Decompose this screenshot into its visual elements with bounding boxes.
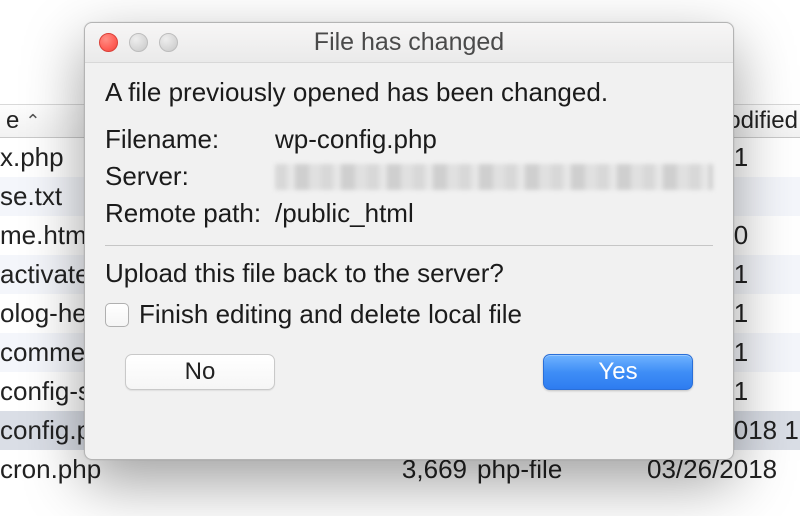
value-filename: wp-config.php [275, 124, 713, 155]
divider [105, 245, 713, 246]
no-button[interactable]: No [125, 354, 275, 390]
label-server: Server: [105, 161, 275, 192]
zoom-icon[interactable] [159, 33, 178, 52]
dialog-titlebar[interactable]: File has changed [85, 23, 733, 63]
row-server: Server: [105, 161, 713, 192]
window-controls [99, 33, 178, 52]
minimize-icon[interactable] [129, 33, 148, 52]
label-filename: Filename: [105, 124, 275, 155]
sort-asc-icon: ⌃ [25, 111, 40, 132]
dialog-title: File has changed [314, 28, 504, 57]
column-name: e [6, 107, 19, 135]
finish-editing-checkbox[interactable] [105, 303, 129, 327]
upload-prompt: Upload this file back to the server? [105, 258, 713, 289]
close-icon[interactable] [99, 33, 118, 52]
row-filename: Filename: wp-config.php [105, 124, 713, 155]
redacted-server [275, 164, 713, 190]
value-server [275, 164, 713, 190]
finish-editing-label: Finish editing and delete local file [139, 299, 522, 330]
yes-button[interactable]: Yes [543, 354, 693, 390]
label-remote-path: Remote path: [105, 198, 275, 229]
file-changed-dialog: File has changed A file previously opene… [84, 22, 734, 460]
value-remote-path: /public_html [275, 198, 713, 229]
finish-editing-row[interactable]: Finish editing and delete local file [105, 299, 713, 330]
dialog-buttons: No Yes [105, 354, 713, 390]
dialog-body: A file previously opened has been change… [85, 63, 733, 408]
dialog-message: A file previously opened has been change… [105, 77, 713, 108]
row-remote-path: Remote path: /public_html [105, 198, 713, 229]
